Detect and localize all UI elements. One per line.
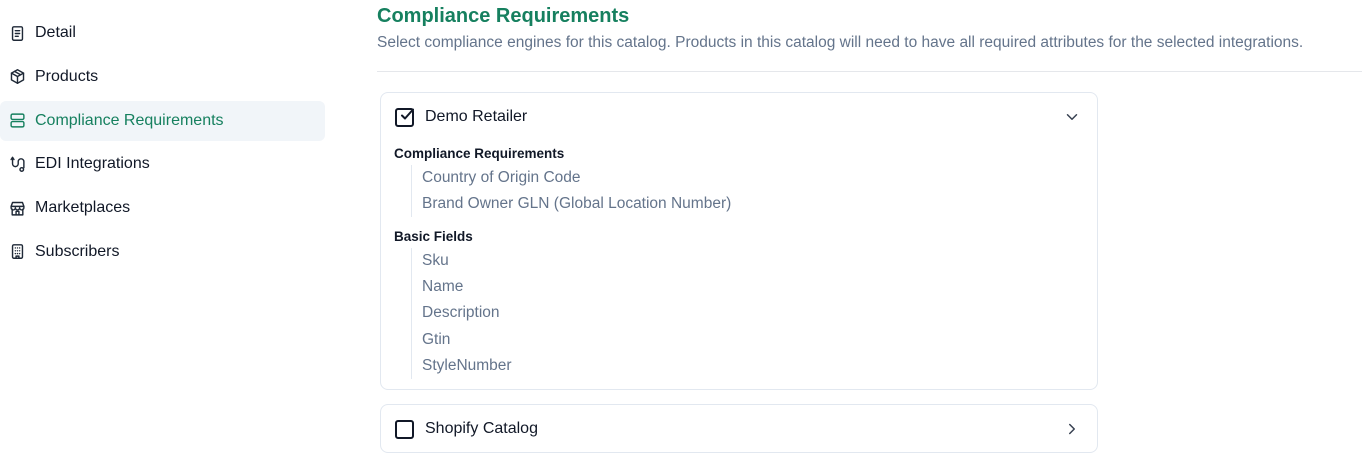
- page-subtitle: Select compliance engines for this catal…: [377, 34, 1304, 51]
- list-item: Brand Owner GLN (Global Location Number): [422, 195, 732, 213]
- sidebar-item-label: EDI Integrations: [35, 155, 150, 173]
- route-icon: [9, 156, 26, 173]
- building-icon: [9, 243, 26, 260]
- list-item: Gtin: [422, 330, 451, 348]
- document-icon: [9, 25, 26, 42]
- section-heading: Basic Fields: [394, 229, 473, 244]
- list-item: Description: [422, 304, 500, 322]
- sidebar-item-label: Marketplaces: [35, 199, 131, 217]
- page-title: Compliance Requirements: [377, 5, 630, 27]
- sidebar-item-marketplaces[interactable]: Marketplaces: [0, 188, 326, 228]
- sidebar-item-compliance-requirements[interactable]: Compliance Requirements: [0, 100, 325, 141]
- sidebar-item-label: Products: [35, 67, 99, 85]
- store-icon: [9, 200, 26, 217]
- integration-card-header[interactable]: Shopify Catalog: [381, 405, 1097, 453]
- field-list: Country of Origin Code Brand Owner GLN (…: [411, 165, 732, 218]
- section-heading: Compliance Requirements: [394, 146, 565, 161]
- sidebar-item-edi-integrations[interactable]: EDI Integrations: [0, 144, 326, 184]
- sidebar: Detail Products Compliance Requirements …: [0, 0, 326, 462]
- integration-name: Shopify Catalog: [425, 420, 538, 437]
- sidebar-item-label: Compliance Requirements: [35, 111, 224, 129]
- integration-checkbox[interactable]: [395, 419, 414, 439]
- list-item: Sku: [422, 252, 449, 269]
- field-list: Sku Name Description Gtin StyleNumber: [411, 248, 512, 379]
- integration-card-demo-retailer: Demo Retailer Compliance Requirements Co…: [380, 92, 1098, 390]
- list-item: Country of Origin Code: [422, 169, 581, 186]
- server-icon: [9, 112, 26, 129]
- integration-card-header[interactable]: Demo Retailer: [381, 93, 1097, 141]
- list-item: Name: [422, 278, 464, 296]
- divider: [377, 71, 1362, 72]
- integration-checkbox[interactable]: [395, 107, 414, 127]
- sidebar-item-products[interactable]: Products: [0, 57, 326, 97]
- integration-name: Demo Retailer: [425, 108, 528, 125]
- chevron-down-icon[interactable]: [1063, 108, 1081, 126]
- sidebar-item-subscribers[interactable]: Subscribers: [0, 232, 326, 272]
- package-icon: [9, 68, 26, 85]
- check-icon: [401, 108, 414, 119]
- list-item: StyleNumber: [422, 356, 512, 374]
- sidebar-item-label: Subscribers: [35, 242, 120, 260]
- sidebar-item-label: Detail: [35, 24, 76, 41]
- integration-card-shopify-catalog: Shopify Catalog: [380, 404, 1098, 453]
- sidebar-item-detail[interactable]: Detail: [0, 13, 326, 53]
- chevron-right-icon[interactable]: [1063, 420, 1081, 438]
